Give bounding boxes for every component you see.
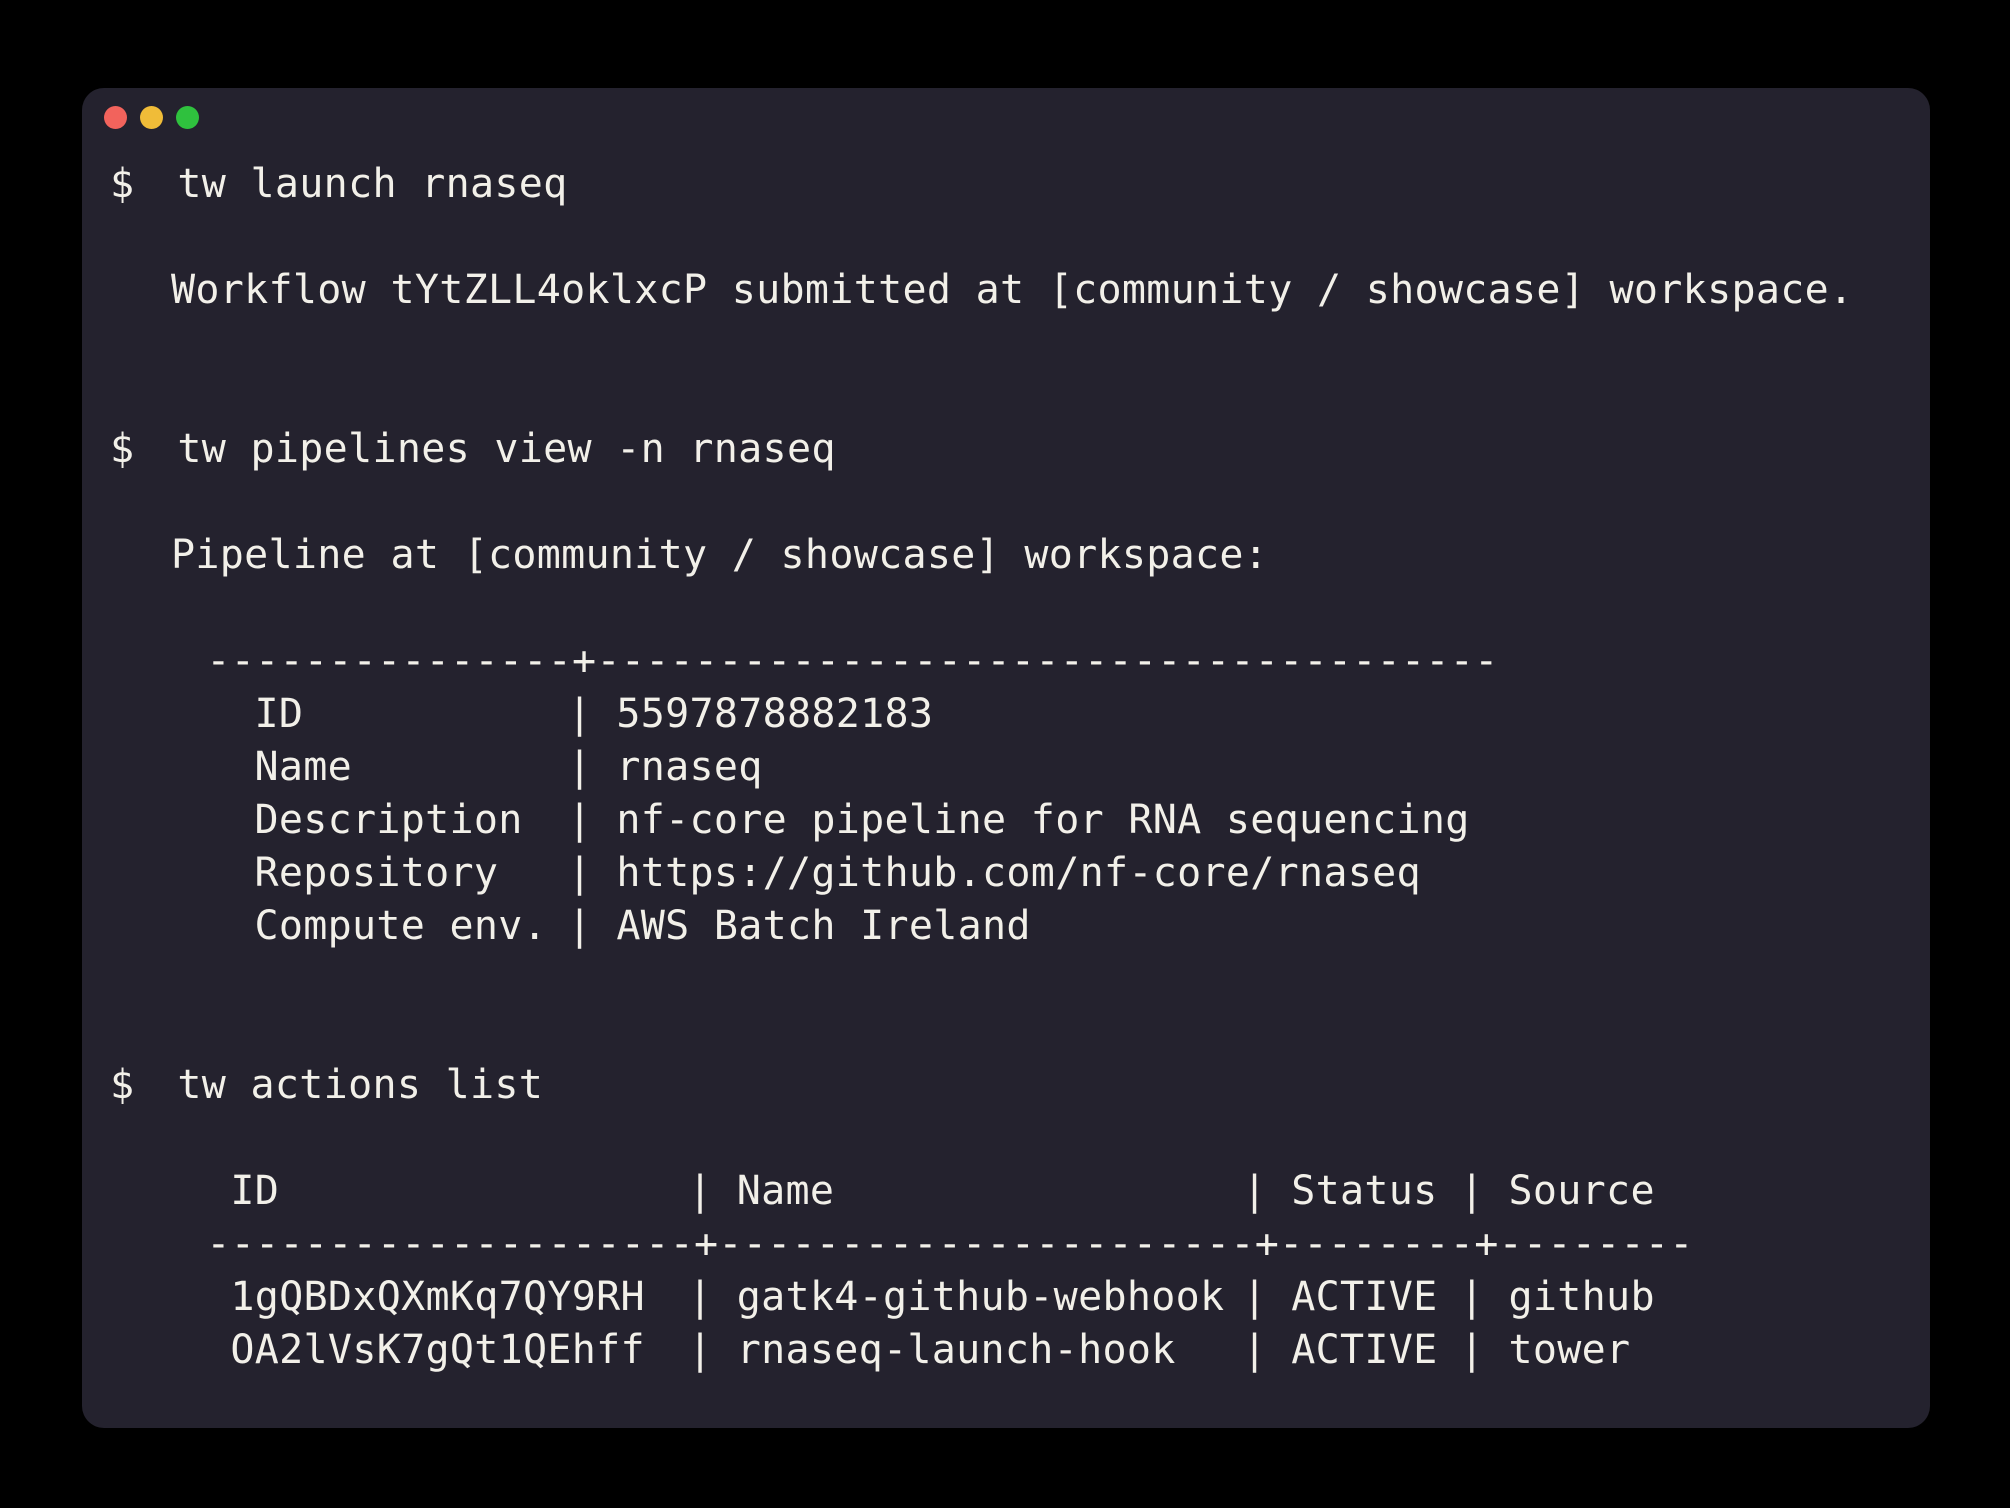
command-text-actions-list: tw actions list [177, 1062, 543, 1108]
cell-action-id: 1gQBDxQXmKq7QY9RH [230, 1271, 688, 1324]
pipeline-field-row: Repository| https://github.com/nf-core/r… [254, 847, 1930, 900]
field-value: rnaseq [616, 744, 762, 790]
command-line-actions-list: $ tw actions list [110, 1059, 1930, 1112]
pipeline-workspace-line: Pipeline at [community / showcase] works… [171, 529, 1930, 582]
command-line-launch: $ tw launch rnaseq [110, 158, 1930, 211]
pipe-separator: | [568, 850, 617, 896]
pipe-separator: | [688, 1168, 737, 1214]
cell-action-id: OA2lVsK7gQt1QEhff [230, 1324, 688, 1377]
pipe-separator: | [688, 1274, 737, 1320]
field-label: Compute env. [254, 900, 567, 953]
field-label: Repository [254, 847, 567, 900]
terminal-content: $ tw launch rnaseq Workflow tYtZLL4oklxcP… [82, 158, 1930, 1377]
pipe-separator: | [1242, 1168, 1291, 1214]
pipe-separator: | [568, 797, 617, 843]
terminal-window: $ tw launch rnaseq Workflow tYtZLL4oklxcP… [82, 88, 1930, 1428]
pipe-separator: | [568, 691, 617, 737]
command-text-launch: tw launch rnaseq [177, 161, 567, 207]
close-button-icon[interactable] [104, 106, 127, 129]
pipe-separator: | [568, 903, 617, 949]
column-header-id: ID [230, 1165, 688, 1218]
launch-output-line: Workflow tYtZLL4oklxcP submitted at [com… [171, 264, 1930, 317]
field-label: Description [254, 794, 567, 847]
column-header-name: Name [737, 1165, 1243, 1218]
cell-action-name: rnaseq-launch-hook [737, 1324, 1243, 1377]
actions-table-ruler: --------------------+-------------------… [206, 1218, 1930, 1271]
pipe-separator: | [1460, 1168, 1509, 1214]
field-value: AWS Batch Ireland [616, 903, 1031, 949]
field-label: ID [254, 688, 567, 741]
column-header-source: Source [1509, 1168, 1655, 1214]
cell-action-source: tower [1509, 1327, 1631, 1373]
shell-prompt: $ [110, 1062, 134, 1108]
shell-prompt: $ [110, 426, 134, 472]
cell-action-name: gatk4-github-webhook [737, 1271, 1243, 1324]
pipeline-field-row: ID| 5597878882183 [254, 688, 1930, 741]
actions-table-row: OA2lVsK7gQt1QEhff| rnaseq-launch-hook| A… [230, 1324, 1930, 1377]
pipe-separator: | [1242, 1327, 1291, 1373]
pipe-separator: | [688, 1327, 737, 1373]
pipe-separator: | [568, 744, 617, 790]
field-label: Name [254, 741, 567, 794]
cell-action-status: ACTIVE [1291, 1271, 1460, 1324]
cell-action-status: ACTIVE [1291, 1324, 1460, 1377]
command-text-pipelines-view: tw pipelines view -n rnaseq [177, 426, 835, 472]
pipe-separator: | [1460, 1274, 1509, 1320]
pipeline-field-row: Description| nf-core pipeline for RNA se… [254, 794, 1930, 847]
zoom-button-icon[interactable] [176, 106, 199, 129]
minimize-button-icon[interactable] [140, 106, 163, 129]
actions-table-header-row: ID| Name| Status| Source [230, 1165, 1930, 1218]
command-line-pipelines-view: $ tw pipelines view -n rnaseq [110, 423, 1930, 476]
pipe-separator: | [1242, 1274, 1291, 1320]
field-value: 5597878882183 [616, 691, 933, 737]
cell-action-source: github [1509, 1274, 1655, 1320]
pipeline-table-ruler: ---------------+------------------------… [206, 635, 1930, 688]
pipeline-field-row: Name| rnaseq [254, 741, 1930, 794]
field-value: https://github.com/nf-core/rnaseq [616, 850, 1421, 896]
field-value: nf-core pipeline for RNA sequencing [616, 797, 1469, 843]
actions-table-row: 1gQBDxQXmKq7QY9RH| gatk4-github-webhook|… [230, 1271, 1930, 1324]
window-titlebar[interactable] [82, 88, 1930, 129]
pipe-separator: | [1460, 1327, 1509, 1373]
pipeline-field-row: Compute env.| AWS Batch Ireland [254, 900, 1930, 953]
shell-prompt: $ [110, 161, 134, 207]
column-header-status: Status [1291, 1165, 1460, 1218]
